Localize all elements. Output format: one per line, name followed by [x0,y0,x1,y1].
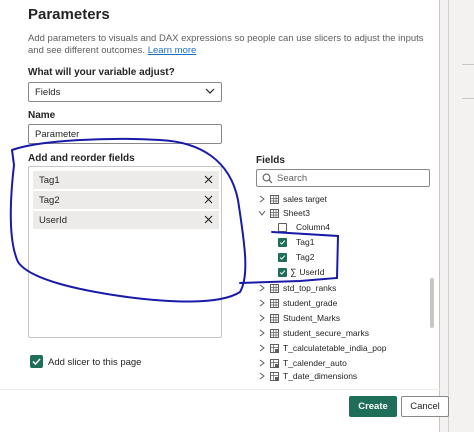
tree-column-userid[interactable]: ∑ UserId [278,265,324,279]
selected-fields-list: Tag1 Tag2 UserId [28,166,222,338]
tree-label: T_calender_auto [283,358,347,368]
table-icon [270,208,279,218]
column-checkbox[interactable] [278,252,287,262]
tree-table-t-calender-auto[interactable]: T_calender_auto [258,356,347,370]
tree-table-t-calculatetable[interactable]: T_calculatetable_india_pop [258,341,387,355]
chevron-right-icon[interactable] [258,284,266,292]
tree-table-t-date-dimensions[interactable]: T_date_dimensions [258,371,357,381]
fields-pane-label: Fields [256,155,285,166]
column-checkbox[interactable] [278,222,287,232]
tree-label: Tag1 [296,237,315,247]
tree-table-sales-target[interactable]: sales target [258,192,327,206]
tree-table-student-marks[interactable]: Student_Marks [258,311,340,325]
search-placeholder: Search [277,173,308,184]
calculated-table-icon [270,371,279,381]
chip-label: UserId [39,215,67,226]
checkmark-icon [279,269,286,275]
tree-table-std-top-ranks[interactable]: std_top_ranks [258,281,336,295]
close-icon[interactable] [204,195,213,204]
tree-table-student-grade[interactable]: student_grade [258,296,337,310]
chevron-down-icon[interactable] [258,209,266,217]
column-checkbox[interactable] [278,267,287,277]
checkmark-icon [279,239,286,245]
strip-divider [448,0,449,432]
tree-label: T_calculatetable_india_pop [283,343,387,353]
fields-scrollbar[interactable] [430,278,434,328]
learn-more-link[interactable]: Learn more [148,45,197,56]
selected-field-chip[interactable]: Tag1 [33,171,219,189]
chevron-right-icon[interactable] [258,195,266,203]
tree-label: Column4 [296,222,331,232]
description-text: Add parameters to visuals and DAX expres… [28,33,424,56]
tree-label: UserId [299,267,325,277]
chevron-right-icon[interactable] [258,372,266,380]
close-icon[interactable] [204,175,213,184]
dialog-description: Add parameters to visuals and DAX expres… [28,33,428,57]
tree-label: Sheet3 [283,208,310,218]
table-icon [270,313,279,323]
add-slicer-checkbox[interactable] [30,355,43,368]
parameters-dialog: Parameters Add parameters to visuals and… [0,0,440,432]
tree-table-sheet3[interactable]: Sheet3 [258,206,310,220]
tree-label: Student_Marks [283,313,341,323]
selected-field-chip[interactable]: Tag2 [33,191,219,209]
table-icon [270,328,279,338]
add-reorder-label: Add and reorder fields [28,153,135,164]
tree-table-student-secure-marks[interactable]: student_secure_marks [258,326,369,340]
tree-label: student_secure_marks [283,328,369,338]
name-label: Name [28,110,56,121]
chevron-right-icon[interactable] [258,299,266,307]
variable-label: What will your variable adjust? [28,67,175,78]
table-icon [270,194,279,204]
strip-line [462,64,474,65]
sigma-icon: ∑ [290,267,297,277]
chevron-right-icon[interactable] [258,359,266,367]
variable-select-value: Fields [35,87,61,98]
tree-column-tag2[interactable]: Tag2 [278,250,314,264]
footer-divider [0,389,440,390]
search-icon [262,173,273,184]
dialog-title: Parameters [28,6,110,23]
close-icon[interactable] [204,215,213,224]
calculated-table-icon [270,358,279,368]
chevron-right-icon[interactable] [258,344,266,352]
selected-field-chip[interactable]: UserId [33,211,219,229]
variable-select[interactable]: Fields [28,82,222,102]
name-input[interactable]: Parameter [28,124,222,144]
tree-label: sales target [283,194,327,204]
tree-label: student_grade [283,298,338,308]
checkmark-icon [32,358,41,366]
tree-label: std_top_ranks [283,283,337,293]
cancel-button[interactable]: Cancel [401,396,449,417]
chevron-down-icon [205,88,215,94]
chip-label: Tag2 [39,195,60,206]
strip-line [462,98,474,99]
table-icon [270,298,279,308]
chevron-right-icon[interactable] [258,314,266,322]
calculated-table-icon [270,343,279,353]
fields-search-input[interactable]: Search [256,169,430,187]
add-slicer-label: Add slicer to this page [48,357,142,368]
tree-label: Tag2 [296,252,315,262]
tree-column-column4[interactable]: Column4 [278,220,330,234]
background-report-strip [440,0,474,432]
column-checkbox[interactable] [278,237,287,247]
tree-label: T_date_dimensions [283,371,358,381]
create-button[interactable]: Create [349,396,397,417]
chip-label: Tag1 [39,175,60,186]
chevron-right-icon[interactable] [258,329,266,337]
checkmark-icon [279,254,286,260]
tree-column-tag1[interactable]: Tag1 [278,235,314,249]
table-icon [270,283,279,293]
